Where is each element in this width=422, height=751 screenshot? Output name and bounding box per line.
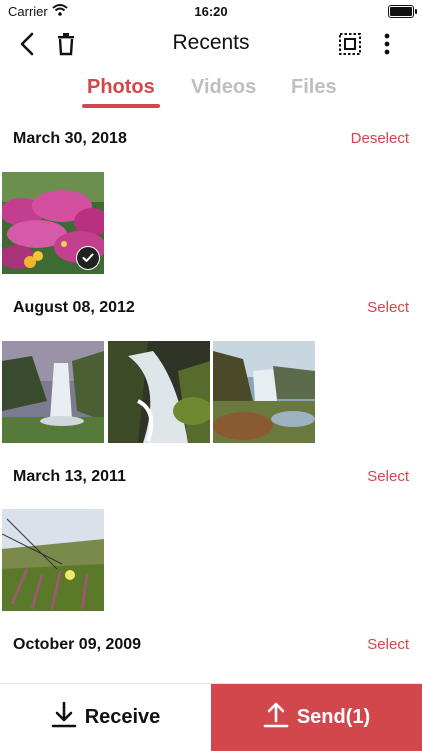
media-tabs: Photos Videos Files [0, 74, 422, 110]
photo-thumbnail-flowers[interactable] [2, 172, 104, 274]
section-date: October 09, 2009 [13, 636, 142, 653]
send-label: Send(1) [296, 706, 371, 728]
status-time: 16:20 [194, 4, 228, 19]
section-date: March 30, 2018 [13, 130, 127, 147]
tab-videos[interactable]: Videos [191, 76, 256, 99]
section-date: March 13, 2011 [13, 468, 126, 485]
tab-files[interactable]: Files [291, 76, 337, 99]
bottom-action-bar: Receive Send(1) [0, 683, 422, 751]
photo-thumbnail-waterfall[interactable] [108, 341, 210, 443]
photo-thumbnail-grass[interactable] [2, 509, 104, 611]
select-button[interactable]: Select [367, 299, 409, 316]
battery-icon [388, 5, 417, 18]
status-bar: Carrier 16:20 [0, 0, 422, 22]
upload-icon [263, 701, 289, 735]
download-icon [51, 701, 77, 735]
section-date: August 08, 2012 [13, 299, 135, 316]
select-all-icon[interactable] [336, 30, 364, 58]
tab-photos[interactable]: Photos [87, 76, 155, 99]
select-button[interactable]: Select [367, 468, 409, 485]
navigation-bar: Recents [0, 22, 422, 66]
photo-thumbnail-waterfall[interactable] [2, 341, 104, 443]
select-button[interactable]: Select [367, 636, 409, 653]
selected-check-icon [76, 246, 100, 270]
date-section-header: October 09, 2009 Select [0, 634, 422, 658]
active-tab-indicator [82, 104, 160, 108]
receive-label: Receive [84, 706, 161, 728]
date-section-header: August 08, 2012 Select [0, 297, 422, 321]
deselect-button[interactable]: Deselect [351, 130, 409, 147]
date-section-header: March 13, 2011 Select [0, 466, 422, 490]
send-button[interactable]: Send(1) [211, 684, 422, 751]
photo-thumbnail-waterfall[interactable] [213, 341, 315, 443]
receive-button[interactable]: Receive [0, 684, 211, 751]
more-options-icon[interactable] [373, 30, 401, 58]
date-section-header: March 30, 2018 Deselect [0, 128, 422, 152]
